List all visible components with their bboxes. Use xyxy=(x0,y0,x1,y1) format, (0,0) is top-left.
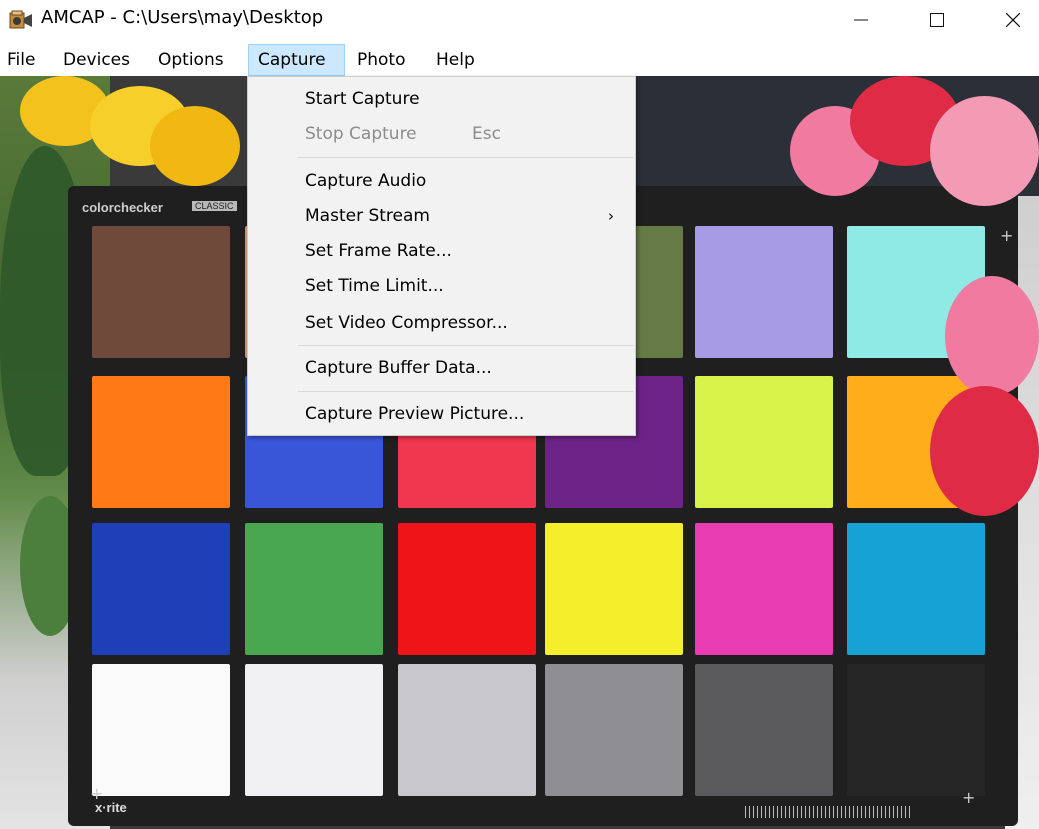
menu-item-label: Set Frame Rate... xyxy=(305,241,452,261)
menu-item-label: Stop Capture xyxy=(305,124,417,144)
capture-dropdown-menu: Start Capture Stop Capture Esc Capture A… xyxy=(247,76,636,436)
maximize-button[interactable] xyxy=(914,0,960,40)
color-patch xyxy=(847,523,985,655)
ruler-scale xyxy=(745,806,910,818)
shortcut-label: Esc xyxy=(472,124,501,144)
submenu-arrow-icon: › xyxy=(608,207,614,225)
menu-item-master-stream[interactable]: Master Stream › xyxy=(248,199,635,233)
crosshair-mark: + xyxy=(1000,226,1014,245)
camera-app-icon xyxy=(9,10,32,29)
minimize-button[interactable] xyxy=(838,0,884,40)
color-patch xyxy=(92,376,230,508)
menu-item-capture-audio[interactable]: Capture Audio xyxy=(248,164,635,198)
pink-flower xyxy=(945,276,1039,396)
menu-item-label: Capture Preview Picture... xyxy=(305,404,525,424)
menu-item-capture-buffer-data[interactable]: Capture Buffer Data... xyxy=(248,351,635,385)
menu-separator xyxy=(298,345,633,346)
color-patch xyxy=(245,664,383,796)
color-patch xyxy=(695,376,833,508)
color-patch xyxy=(695,226,833,358)
menu-item-label: Capture Audio xyxy=(305,171,427,191)
menu-options[interactable]: Options xyxy=(158,44,224,76)
menu-separator xyxy=(298,157,633,158)
menu-separator xyxy=(298,391,633,392)
color-patch xyxy=(695,664,833,796)
color-patch xyxy=(545,664,683,796)
color-patch xyxy=(92,523,230,655)
color-patch xyxy=(847,664,985,796)
menu-bar: File Devices Options Capture Photo Help xyxy=(0,44,1039,76)
menu-item-set-video-compressor[interactable]: Set Video Compressor... xyxy=(248,306,635,340)
close-button[interactable] xyxy=(990,0,1036,40)
menu-file[interactable]: File xyxy=(7,44,35,76)
menu-item-set-time-limit[interactable]: Set Time Limit... xyxy=(248,269,635,303)
checker-badge: CLASSIC xyxy=(192,201,237,211)
window-title: AMCAP - C:\Users\may\Desktop xyxy=(41,7,324,28)
color-patch xyxy=(245,523,383,655)
menu-help[interactable]: Help xyxy=(436,44,475,76)
menu-item-label: Set Time Limit... xyxy=(305,276,444,296)
color-patch xyxy=(398,523,536,655)
crosshair-mark: + xyxy=(962,788,976,807)
pink-flower xyxy=(930,96,1039,206)
menu-item-stop-capture[interactable]: Stop Capture Esc xyxy=(248,117,635,151)
minimize-icon xyxy=(854,19,868,21)
color-patch xyxy=(92,226,230,358)
color-patch xyxy=(545,523,683,655)
color-patch xyxy=(695,523,833,655)
xrite-logo: x·rite xyxy=(95,800,127,815)
menu-photo[interactable]: Photo xyxy=(357,44,406,76)
color-patch xyxy=(92,664,230,796)
menu-capture[interactable]: Capture xyxy=(248,44,345,76)
maximize-icon xyxy=(930,13,944,27)
menu-item-set-frame-rate[interactable]: Set Frame Rate... xyxy=(248,234,635,268)
close-icon xyxy=(1006,13,1020,27)
red-flower xyxy=(930,386,1039,516)
menu-item-label: Capture Buffer Data... xyxy=(305,358,492,378)
checker-brand-label: colorchecker xyxy=(82,200,163,215)
yellow-flower xyxy=(150,106,240,186)
menu-item-capture-preview-picture[interactable]: Capture Preview Picture... xyxy=(248,397,635,431)
title-bar: AMCAP - C:\Users\may\Desktop xyxy=(0,0,1039,44)
menu-item-label: Set Video Compressor... xyxy=(305,313,508,333)
menu-item-label: Master Stream xyxy=(305,206,430,226)
menu-item-label: Start Capture xyxy=(305,89,420,109)
color-patch xyxy=(398,664,536,796)
menu-devices[interactable]: Devices xyxy=(63,44,130,76)
menu-item-start-capture[interactable]: Start Capture xyxy=(248,82,635,116)
